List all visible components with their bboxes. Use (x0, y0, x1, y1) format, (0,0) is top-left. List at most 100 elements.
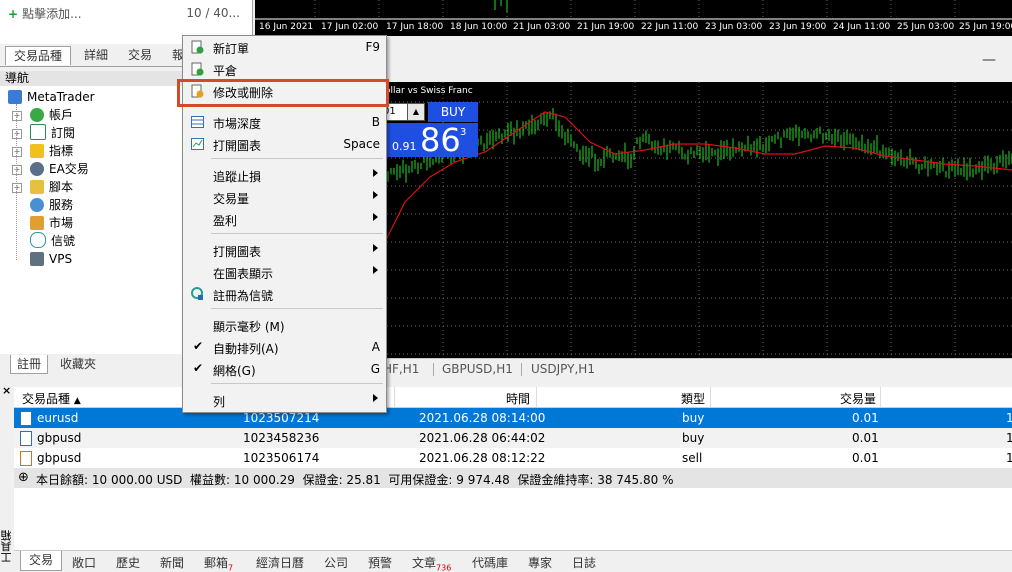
col-symbol[interactable]: 交易品種 ▲ (22, 390, 81, 407)
time-tick: 17 Jun 02:00 (321, 22, 379, 32)
menu-separator (211, 383, 383, 384)
tab-journal[interactable]: 日誌 (572, 554, 596, 571)
col-divider (880, 387, 881, 407)
time-tick: 23 Jun 19:00 (769, 22, 827, 32)
nav-item-label: 市場 (49, 216, 74, 230)
tab-news[interactable]: 新聞 (160, 554, 184, 571)
menu-item-new-order[interactable]: 新訂單 F9 (183, 36, 386, 58)
menu-item-label: 在圖表顯示 (213, 267, 274, 281)
terminal-tabs: 交易 敞口 歷史 新聞 郵箱7 經濟日曆 公司 預警 文章736 代碼庫 專家 … (14, 550, 1012, 572)
chart-window-top[interactable]: 16 Jun 2021 17 Jun 02:00 17 Jun 18:00 18… (255, 0, 1012, 36)
nav-item-expert-advisors[interactable]: EA交易 (30, 160, 89, 178)
row-extra: 1 (1006, 411, 1012, 425)
toolbox-side-label: 工具箱 (0, 530, 14, 570)
chart-symbol-title: ollar vs Swiss Franc (385, 86, 473, 96)
menu-item-trailing-stop[interactable]: 追蹤止損 (183, 164, 386, 186)
metatrader-icon (8, 90, 22, 104)
tab-trade[interactable]: 交易 (20, 551, 63, 571)
menu-item-show-on-chart[interactable]: 在圖表顯示 (183, 261, 386, 283)
menu-item-register-signal[interactable]: 註冊為信號 (183, 283, 386, 305)
tab-divider (521, 363, 522, 376)
menu-item-label: 顯示毫秒 (M) (213, 320, 285, 334)
menu-item-open-chart-submenu[interactable]: 打開圖表 (183, 239, 386, 261)
expand-circle-icon[interactable]: ⊕ (18, 470, 29, 485)
menu-item-columns[interactable]: 列 (183, 389, 386, 411)
col-volume[interactable]: 交易量 (840, 390, 876, 407)
accounts-icon (30, 108, 44, 122)
tab-company[interactable]: 公司 (324, 554, 348, 571)
tab-symbols[interactable]: 交易品種 (5, 46, 72, 65)
navigator-title: 導航 (5, 71, 30, 85)
menu-item-label: 網格(G) (213, 364, 256, 378)
tab-trading[interactable]: 交易 (120, 46, 160, 64)
nav-item-label: VPS (49, 252, 73, 266)
buy-button[interactable]: BUY (428, 102, 478, 122)
tab-code-base[interactable]: 代碼庫 (472, 554, 508, 571)
row-time: 2021.06.28 06:44:02 (419, 431, 546, 445)
chart-tab-usdjpy[interactable]: USDJPY,H1 (531, 362, 595, 376)
buy-price-panel[interactable]: 0.91 86 3 (380, 121, 478, 159)
buy-price-sup: 3 (460, 127, 467, 138)
row-volume: 0.01 (852, 451, 879, 465)
chart-tab-gbpusd[interactable]: GBPUSD,H1 (442, 362, 513, 376)
tab-mailbox[interactable]: 郵箱7 (204, 554, 233, 572)
row-volume: 0.01 (852, 431, 879, 445)
minimize-button[interactable]: — (982, 52, 996, 68)
menu-separator (211, 158, 383, 159)
nav-item-scripts[interactable]: 腳本 (30, 178, 73, 196)
nav-item-accounts[interactable]: 帳戶 (30, 106, 73, 124)
symbol-count: 10 / 40... (186, 6, 240, 20)
lot-increase-button[interactable]: ▲ (407, 103, 425, 121)
nav-item-signals[interactable]: 信號 (30, 232, 75, 250)
add-symbol-row[interactable]: + 點擊添加... (8, 5, 82, 22)
nav-item-vps[interactable]: VPS (30, 250, 72, 268)
tab-history[interactable]: 歷史 (116, 554, 140, 571)
table-row[interactable]: gbpusd 1023458236 2021.06.28 06:44:02 bu… (14, 428, 1012, 448)
nav-item-subscriptions[interactable]: 訂閱 (30, 124, 75, 142)
col-type[interactable]: 類型 (681, 390, 705, 407)
tab-favorites[interactable]: 收藏夾 (54, 355, 102, 373)
nav-item-market[interactable]: 市場 (30, 214, 73, 232)
menu-item-auto-arrange[interactable]: ✔ 自動排列(A) A (183, 336, 386, 358)
menu-item-show-milliseconds[interactable]: 顯示毫秒 (M) (183, 314, 386, 336)
tab-economic-calendar[interactable]: 經濟日曆 (256, 554, 304, 571)
tab-experts[interactable]: 專家 (528, 554, 552, 571)
row-ticket: 1023458236 (243, 431, 320, 445)
menu-item-close-position[interactable]: 平倉 (183, 58, 386, 80)
nav-root-metatrader[interactable]: MetaTrader (8, 88, 95, 106)
services-icon (30, 198, 44, 212)
nav-item-services[interactable]: 服務 (30, 196, 73, 214)
menu-item-open-chart[interactable]: 打開圖表 Space (183, 133, 386, 155)
tab-common[interactable]: 註冊 (10, 355, 49, 374)
tab-divider (433, 363, 434, 376)
col-time[interactable]: 時間 (506, 390, 530, 407)
nav-item-label: 帳戶 (49, 108, 74, 122)
toolbox-label: 工具箱 (0, 530, 13, 563)
menu-item-market-depth[interactable]: 市場深度 B (183, 111, 386, 133)
table-row[interactable]: eurusd 1023507214 2021.06.28 08:14:00 bu… (14, 408, 1012, 428)
signal-icon (191, 287, 203, 300)
checkmark-icon: ✔ (193, 339, 204, 353)
tab-alerts[interactable]: 預警 (368, 554, 392, 571)
menu-item-grid[interactable]: ✔ 網格(G) G (183, 358, 386, 380)
row-type: buy (682, 411, 705, 425)
nav-item-label: 訂閱 (51, 126, 76, 140)
chart-tab-usdchf[interactable]: HF,H1 (383, 362, 419, 376)
time-tick: 21 Jun 19:00 (577, 22, 635, 32)
menu-item-label: 市場深度 (213, 117, 262, 131)
position-icon (20, 451, 32, 466)
submenu-arrow-icon (373, 191, 378, 199)
nav-item-indicators[interactable]: 指標 (30, 142, 73, 160)
tab-articles[interactable]: 文章736 (412, 554, 451, 572)
highlight-box (177, 79, 389, 107)
tab-details[interactable]: 詳細 (76, 46, 116, 64)
row-symbol: gbpusd (37, 451, 82, 465)
time-tick: 18 Jun 10:00 (450, 22, 508, 32)
submenu-arrow-icon (373, 169, 378, 177)
menu-item-shortcut: F9 (365, 40, 380, 54)
menu-item-volume[interactable]: 交易量 (183, 186, 386, 208)
tab-exposure[interactable]: 敞口 (72, 554, 96, 571)
table-row[interactable]: gbpusd 1023506174 2021.06.28 08:12:22 se… (14, 448, 1012, 468)
close-icon[interactable]: × (2, 384, 11, 397)
menu-item-profit[interactable]: 盈利 (183, 208, 386, 230)
